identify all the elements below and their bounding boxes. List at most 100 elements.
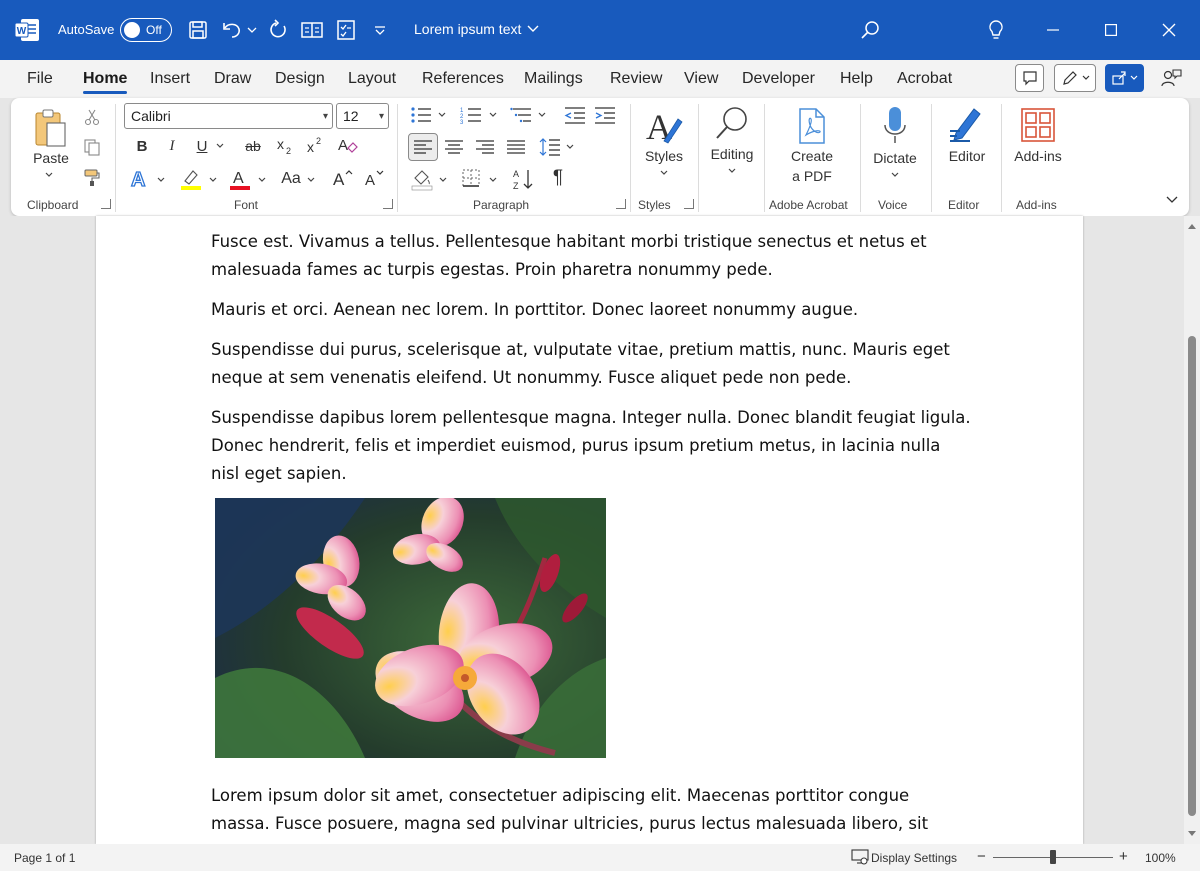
tab-home[interactable]: Home: [83, 70, 127, 88]
paragraph[interactable]: Lorem ipsum dolor sit amet, consectetuer…: [211, 782, 971, 844]
styles-launcher-icon[interactable]: [684, 199, 694, 209]
clear-formatting-icon[interactable]: A: [336, 135, 360, 157]
paste-icon[interactable]: [27, 106, 75, 150]
paste-dropdown-icon[interactable]: [43, 170, 55, 180]
tab-file[interactable]: File: [27, 70, 53, 88]
paragraph[interactable]: Suspendisse dapibus lorem pellentesque m…: [211, 404, 971, 488]
tab-view[interactable]: View: [684, 70, 718, 88]
customize-toolbar-icon[interactable]: [368, 18, 392, 42]
align-right-icon[interactable]: [473, 135, 497, 159]
font-color-dropdown-icon[interactable]: [256, 174, 268, 186]
tab-review[interactable]: Review: [610, 70, 662, 88]
collapse-ribbon-icon[interactable]: [1164, 193, 1180, 207]
editing-search-icon[interactable]: [708, 104, 756, 144]
line-spacing-icon[interactable]: [538, 135, 562, 159]
clipboard-launcher-icon[interactable]: [101, 199, 111, 209]
underline-dropdown-icon[interactable]: [214, 140, 226, 152]
undo-icon[interactable]: [220, 18, 244, 42]
multilevel-list-icon[interactable]: [509, 104, 533, 126]
search-icon[interactable]: [858, 18, 882, 42]
grow-font-icon[interactable]: A: [331, 166, 355, 190]
font-name-select[interactable]: Calibri ▾: [124, 103, 333, 129]
align-center-icon[interactable]: [442, 135, 466, 159]
tab-design[interactable]: Design: [275, 70, 325, 88]
borders-dropdown-icon[interactable]: [487, 174, 499, 186]
zoom-level[interactable]: 100%: [1145, 851, 1176, 865]
tab-mailings[interactable]: Mailings: [524, 70, 583, 88]
font-size-select[interactable]: 12 ▾: [336, 103, 389, 129]
scroll-down-icon[interactable]: [1188, 830, 1196, 838]
styles-icon[interactable]: A: [641, 104, 689, 148]
create-pdf-icon[interactable]: [792, 106, 832, 146]
tab-acrobat[interactable]: Acrobat: [897, 70, 952, 88]
scroll-up-icon[interactable]: [1188, 222, 1196, 230]
display-settings-label[interactable]: Display Settings: [871, 851, 957, 865]
checklist-icon[interactable]: [334, 18, 358, 42]
underline-icon[interactable]: U: [191, 135, 213, 157]
shading-dropdown-icon[interactable]: [437, 174, 449, 186]
paragraph[interactable]: Mauris et orci. Aenean nec lorem. In por…: [211, 296, 971, 324]
font-color-icon[interactable]: A: [227, 166, 253, 192]
numbering-dropdown-icon[interactable]: [487, 109, 499, 121]
tab-help[interactable]: Help: [840, 70, 873, 88]
tab-insert[interactable]: Insert: [150, 70, 190, 88]
add-ins-icon[interactable]: [1019, 106, 1057, 144]
text-effects-dropdown-icon[interactable]: [155, 174, 167, 186]
show-formatting-icon[interactable]: ¶: [546, 166, 570, 190]
copy-icon[interactable]: [81, 136, 103, 158]
subscript-icon[interactable]: x2: [274, 135, 296, 157]
format-painter-icon[interactable]: [81, 166, 103, 188]
styles-dropdown-icon[interactable]: [658, 168, 670, 178]
font-launcher-icon[interactable]: [383, 199, 393, 209]
italic-icon[interactable]: I: [161, 135, 183, 157]
redo-icon[interactable]: [266, 18, 290, 42]
text-effects-icon[interactable]: A: [128, 167, 152, 191]
save-icon[interactable]: [186, 18, 210, 42]
bold-icon[interactable]: B: [131, 135, 153, 157]
autosave-toggle[interactable]: Off: [120, 18, 172, 42]
editor-pen-icon[interactable]: [945, 104, 987, 146]
zoom-out-button[interactable]: −: [977, 848, 986, 865]
shading-icon[interactable]: [409, 166, 435, 192]
borders-icon[interactable]: [459, 166, 483, 190]
tab-draw[interactable]: Draw: [214, 70, 251, 88]
change-case-dropdown-icon[interactable]: [305, 174, 317, 186]
zoom-slider-thumb[interactable]: [1050, 850, 1056, 864]
strikethrough-icon[interactable]: ab: [240, 135, 266, 157]
bullets-icon[interactable]: [409, 104, 433, 126]
line-spacing-dropdown-icon[interactable]: [564, 141, 576, 153]
lightbulb-icon[interactable]: [984, 18, 1008, 42]
superscript-icon[interactable]: x2: [304, 135, 326, 157]
multilevel-dropdown-icon[interactable]: [536, 109, 548, 121]
flower-image[interactable]: [215, 498, 606, 758]
close-button[interactable]: [1146, 14, 1192, 46]
dictate-dropdown-icon[interactable]: [889, 170, 901, 180]
change-case-icon[interactable]: Aa: [277, 168, 305, 190]
document-title[interactable]: Lorem ipsum text: [414, 21, 539, 37]
scrollbar-thumb[interactable]: [1188, 336, 1196, 816]
tab-layout[interactable]: Layout: [348, 70, 396, 88]
editing-dropdown-icon[interactable]: [726, 166, 738, 176]
microphone-icon[interactable]: [877, 104, 913, 148]
editing-mode-button[interactable]: [1054, 64, 1096, 92]
paragraph-launcher-icon[interactable]: [616, 199, 626, 209]
paragraph[interactable]: Fusce est. Vivamus a tellus. Pellentesqu…: [211, 228, 971, 284]
shrink-font-icon[interactable]: A: [362, 166, 386, 190]
highlight-dropdown-icon[interactable]: [207, 174, 219, 186]
zoom-in-button[interactable]: +: [1119, 848, 1128, 865]
justify-icon[interactable]: [504, 135, 528, 159]
tab-references[interactable]: References: [422, 70, 504, 88]
read-mode-icon[interactable]: [300, 18, 324, 42]
page-count[interactable]: Page 1 of 1: [14, 851, 75, 865]
paragraph[interactable]: Suspendisse dui purus, scelerisque at, v…: [211, 336, 971, 392]
comments-button[interactable]: [1015, 64, 1044, 92]
coauthor-button[interactable]: [1156, 64, 1186, 92]
increase-indent-icon[interactable]: [593, 104, 617, 126]
minimize-button[interactable]: [1030, 14, 1076, 46]
align-left-icon[interactable]: [408, 133, 438, 161]
decrease-indent-icon[interactable]: [563, 104, 587, 126]
numbering-icon[interactable]: 123: [459, 104, 483, 126]
sort-icon[interactable]: AZ: [511, 166, 537, 192]
display-settings-icon[interactable]: [850, 849, 870, 865]
cut-icon[interactable]: [81, 106, 103, 128]
